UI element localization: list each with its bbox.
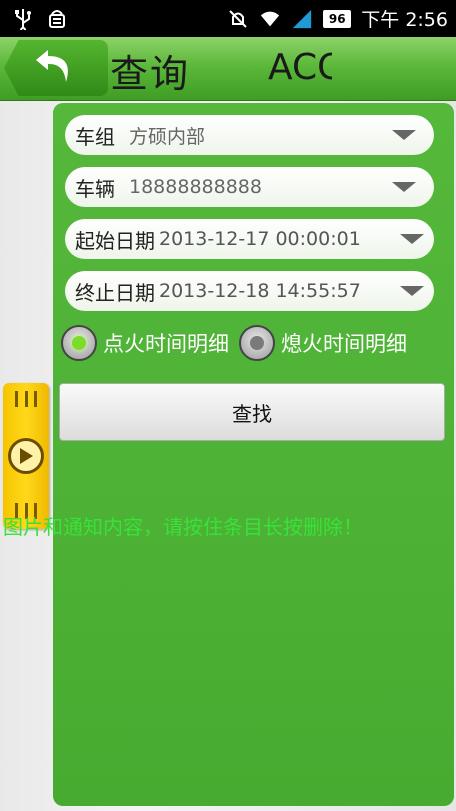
mute-icon xyxy=(227,8,249,30)
back-button[interactable] xyxy=(4,40,108,96)
ignition-on-label[interactable]: 点火时间明细 xyxy=(103,328,229,358)
radio-unchecked-dot xyxy=(250,336,264,350)
ignition-off-label[interactable]: 熄火时间明细 xyxy=(281,328,407,358)
signal-icon xyxy=(291,8,313,30)
status-bar: 96 下午 2:56 xyxy=(0,0,456,37)
wifi-icon xyxy=(259,8,281,30)
dropdown-arrow-icon[interactable] xyxy=(392,182,416,192)
query-panel: 车组 方硕内部 车辆 18888888888 起始日期 2013-12-17 0… xyxy=(53,103,454,806)
grip-icon xyxy=(15,391,37,407)
end-date-select[interactable]: 终止日期 2013-12-18 14:55:57 xyxy=(65,271,434,311)
android-debug-icon xyxy=(46,8,68,30)
start-date-label: 起始日期 xyxy=(75,228,155,253)
vehicle-select[interactable]: 车辆 18888888888 xyxy=(65,167,434,207)
radio-checked-dot xyxy=(72,336,86,350)
acc-title: ACC xyxy=(268,47,332,88)
vehicle-group-value: 方硕内部 xyxy=(129,125,206,148)
clock: 下午 2:56 xyxy=(361,9,448,31)
dropdown-arrow-icon[interactable] xyxy=(400,234,424,244)
drawer-handle[interactable] xyxy=(3,383,49,529)
start-date-value: 2013-12-17 00:00:01 xyxy=(159,228,361,250)
vehicle-value: 18888888888 xyxy=(129,176,262,198)
dropdown-arrow-icon[interactable] xyxy=(392,130,416,140)
ignition-off-radio[interactable] xyxy=(239,325,275,361)
back-arrow-icon xyxy=(34,46,78,90)
play-icon[interactable] xyxy=(8,438,44,474)
vehicle-group-select[interactable]: 车组 方硕内部 xyxy=(65,115,434,155)
detail-type-radio-group: 点火时间明细 熄火时间明细 xyxy=(61,325,417,361)
usb-icon xyxy=(12,8,34,30)
battery-icon: 96 xyxy=(323,9,352,28)
ignition-on-radio[interactable] xyxy=(61,325,97,361)
end-date-label: 终止日期 xyxy=(75,280,155,305)
search-button[interactable]: 查找 xyxy=(59,383,445,441)
end-date-value: 2013-12-18 14:55:57 xyxy=(159,280,361,302)
vehicle-group-label: 车组 xyxy=(75,124,115,149)
vehicle-label: 车辆 xyxy=(75,176,115,201)
dropdown-arrow-icon[interactable] xyxy=(400,286,424,296)
page-title: 查询 xyxy=(110,52,191,96)
start-date-select[interactable]: 起始日期 2013-12-17 00:00:01 xyxy=(65,219,434,259)
hint-text: 图片和通知内容，请按住条目长按删除！ xyxy=(3,515,363,539)
title-bar: 查询 ACC xyxy=(0,37,456,101)
